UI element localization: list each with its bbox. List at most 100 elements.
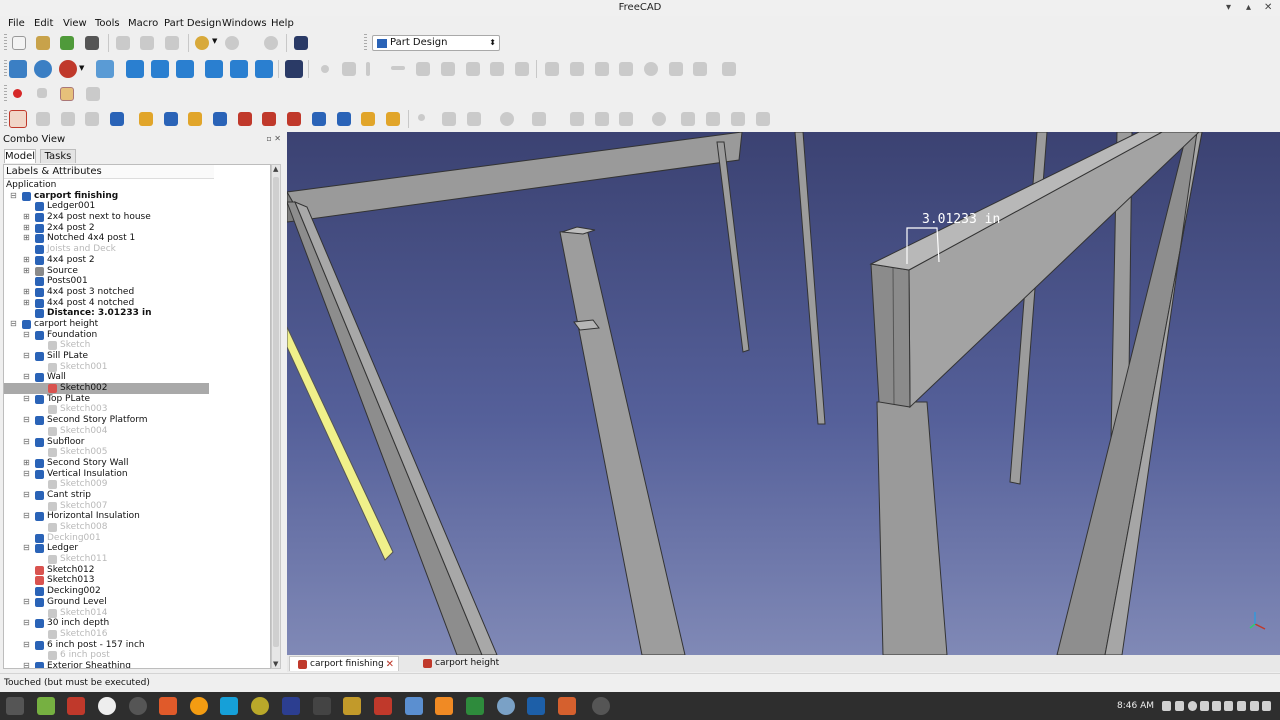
- tree-item[interactable]: Sketch: [4, 340, 270, 351]
- clock[interactable]: 8:46 AM: [1117, 692, 1154, 720]
- minimize-icon[interactable]: ▾: [1226, 0, 1231, 16]
- tree-item[interactable]: ⊟ Second Story Platform: [4, 415, 270, 426]
- constrain-point-on-object-icon[interactable]: [342, 62, 356, 76]
- app-icon[interactable]: [405, 697, 423, 715]
- constrain-lock-icon[interactable]: [545, 62, 559, 76]
- measure-distance-icon[interactable]: [285, 60, 303, 78]
- constrain-parallel-icon[interactable]: [416, 62, 430, 76]
- expand-icon[interactable]: ⊞: [23, 298, 30, 309]
- pocket-icon[interactable]: [164, 112, 178, 126]
- tree-item[interactable]: Decking001: [4, 533, 270, 544]
- collapse-icon[interactable]: ⊟: [23, 469, 30, 480]
- pad-icon[interactable]: [139, 112, 153, 126]
- macro-stop-icon[interactable]: [37, 88, 47, 98]
- app-icon[interactable]: [527, 697, 545, 715]
- constrain-angle-icon[interactable]: [669, 62, 683, 76]
- cut-icon[interactable]: [116, 36, 130, 50]
- tree-item[interactable]: ⊟ carport height: [4, 319, 270, 330]
- collapse-icon[interactable]: ⊟: [23, 511, 30, 522]
- model-tree[interactable]: Labels & Attributes Application ⊟ carport …: [3, 164, 271, 669]
- tray-icon[interactable]: [1262, 701, 1271, 711]
- additive-loft-icon[interactable]: [262, 112, 276, 126]
- expand-icon[interactable]: ⊞: [23, 287, 30, 298]
- macro-edit-icon[interactable]: [60, 87, 74, 101]
- sketch-fillet-icon[interactable]: [681, 112, 695, 126]
- tree-root[interactable]: Application: [4, 180, 270, 191]
- collapse-icon[interactable]: ⊟: [23, 661, 30, 668]
- tree-item[interactable]: Sketch008: [4, 522, 270, 533]
- constrain-tangent-icon[interactable]: [466, 62, 480, 76]
- doc-tab-carport-height[interactable]: carport height: [415, 656, 505, 671]
- file-manager-icon[interactable]: [37, 697, 55, 715]
- maximize-icon[interactable]: ▴: [1246, 0, 1251, 16]
- app-icon[interactable]: [282, 697, 300, 715]
- tree-item[interactable]: Posts001: [4, 276, 270, 287]
- tree-item[interactable]: 6 inch post: [4, 650, 270, 661]
- tree-item[interactable]: ⊟ Foundation: [4, 330, 270, 341]
- tray-icon[interactable]: [1224, 701, 1233, 711]
- clock-app-icon[interactable]: [129, 697, 147, 715]
- tray-icon[interactable]: [1237, 701, 1246, 711]
- tree-item[interactable]: Distance: 3.01233 in: [4, 308, 270, 319]
- constrain-vertical-icon[interactable]: [366, 62, 370, 76]
- sketch-circle-icon[interactable]: [500, 112, 514, 126]
- app-launcher-icon[interactable]: [67, 697, 85, 715]
- menu-edit[interactable]: Edit: [34, 17, 53, 31]
- blender-icon[interactable]: [190, 697, 208, 715]
- sketch-polygon-icon[interactable]: [619, 112, 633, 126]
- tree-item[interactable]: Ledger001: [4, 201, 270, 212]
- collapse-icon[interactable]: ⊟: [23, 415, 30, 426]
- constrain-radius-icon[interactable]: [644, 62, 658, 76]
- tree-item[interactable]: Sketch002: [4, 383, 209, 394]
- tree-item[interactable]: Sketch011: [4, 554, 270, 565]
- tree-item[interactable]: ⊟ 30 inch depth: [4, 618, 270, 629]
- tree-item[interactable]: Sketch001: [4, 362, 270, 373]
- menu-help[interactable]: Help: [271, 17, 294, 31]
- thickness-icon[interactable]: [386, 112, 400, 126]
- view-right-icon[interactable]: [176, 60, 194, 78]
- view-bottom-icon[interactable]: [230, 60, 248, 78]
- view-left-icon[interactable]: [255, 60, 273, 78]
- sketch-polyline-icon[interactable]: [570, 112, 584, 126]
- tray-icon[interactable]: [1188, 701, 1197, 711]
- app-icon[interactable]: [98, 697, 116, 715]
- collapse-icon[interactable]: ⊟: [23, 490, 30, 501]
- tree-item[interactable]: ⊞ 2x4 post next to house: [4, 212, 270, 223]
- tree-item[interactable]: ⊟ Horizontal Insulation: [4, 511, 270, 522]
- tree-item[interactable]: Sketch009: [4, 479, 270, 490]
- constrain-snell-icon[interactable]: [693, 62, 707, 76]
- additive-pipe-icon[interactable]: [238, 112, 252, 126]
- scrollbar-thumb[interactable]: [273, 177, 279, 647]
- sketch-external-icon[interactable]: [731, 112, 745, 126]
- collapse-icon[interactable]: ⊟: [23, 437, 30, 448]
- sketch-trim-icon[interactable]: [706, 112, 720, 126]
- sketch-new-icon[interactable]: [9, 110, 27, 128]
- redo-icon[interactable]: [225, 36, 239, 50]
- 3d-viewport[interactable]: 3.01233 in: [287, 132, 1280, 655]
- app-icon[interactable]: [251, 697, 269, 715]
- tree-item[interactable]: ⊟ 6 inch post - 157 inch: [4, 640, 270, 651]
- edit-sketch-icon[interactable]: [61, 112, 75, 126]
- tree-item[interactable]: ⊞ 2x4 post 2: [4, 223, 270, 234]
- tree-item[interactable]: Sketch012: [4, 565, 270, 576]
- tree-item[interactable]: ⊟ Top PLate: [4, 394, 270, 405]
- tray-icon[interactable]: [1212, 701, 1221, 711]
- refresh-icon[interactable]: [264, 36, 278, 50]
- draw-style-dropdown-icon[interactable]: ▼: [79, 64, 84, 72]
- close-tab-icon[interactable]: ✕: [386, 657, 394, 672]
- constrain-perpendicular-icon[interactable]: [441, 62, 455, 76]
- menu-part-design[interactable]: Part Design: [164, 17, 221, 31]
- tree-item[interactable]: Decking002: [4, 586, 270, 597]
- sketch-construction-icon[interactable]: [756, 112, 770, 126]
- create-body-icon[interactable]: [110, 112, 124, 126]
- tree-item[interactable]: Joists and Deck: [4, 244, 270, 255]
- close-icon[interactable]: ✕: [1264, 0, 1272, 16]
- tree-item[interactable]: ⊞ Source: [4, 266, 270, 277]
- undo-icon[interactable]: [195, 36, 209, 50]
- freecad-icon[interactable]: [374, 697, 392, 715]
- expand-icon[interactable]: ⊞: [23, 255, 30, 266]
- tree-item[interactable]: Sketch014: [4, 608, 270, 619]
- fit-selection-icon[interactable]: [34, 60, 52, 78]
- view-isometric-icon[interactable]: [96, 60, 114, 78]
- tree-item[interactable]: ⊞ 4x4 post 4 notched: [4, 298, 270, 309]
